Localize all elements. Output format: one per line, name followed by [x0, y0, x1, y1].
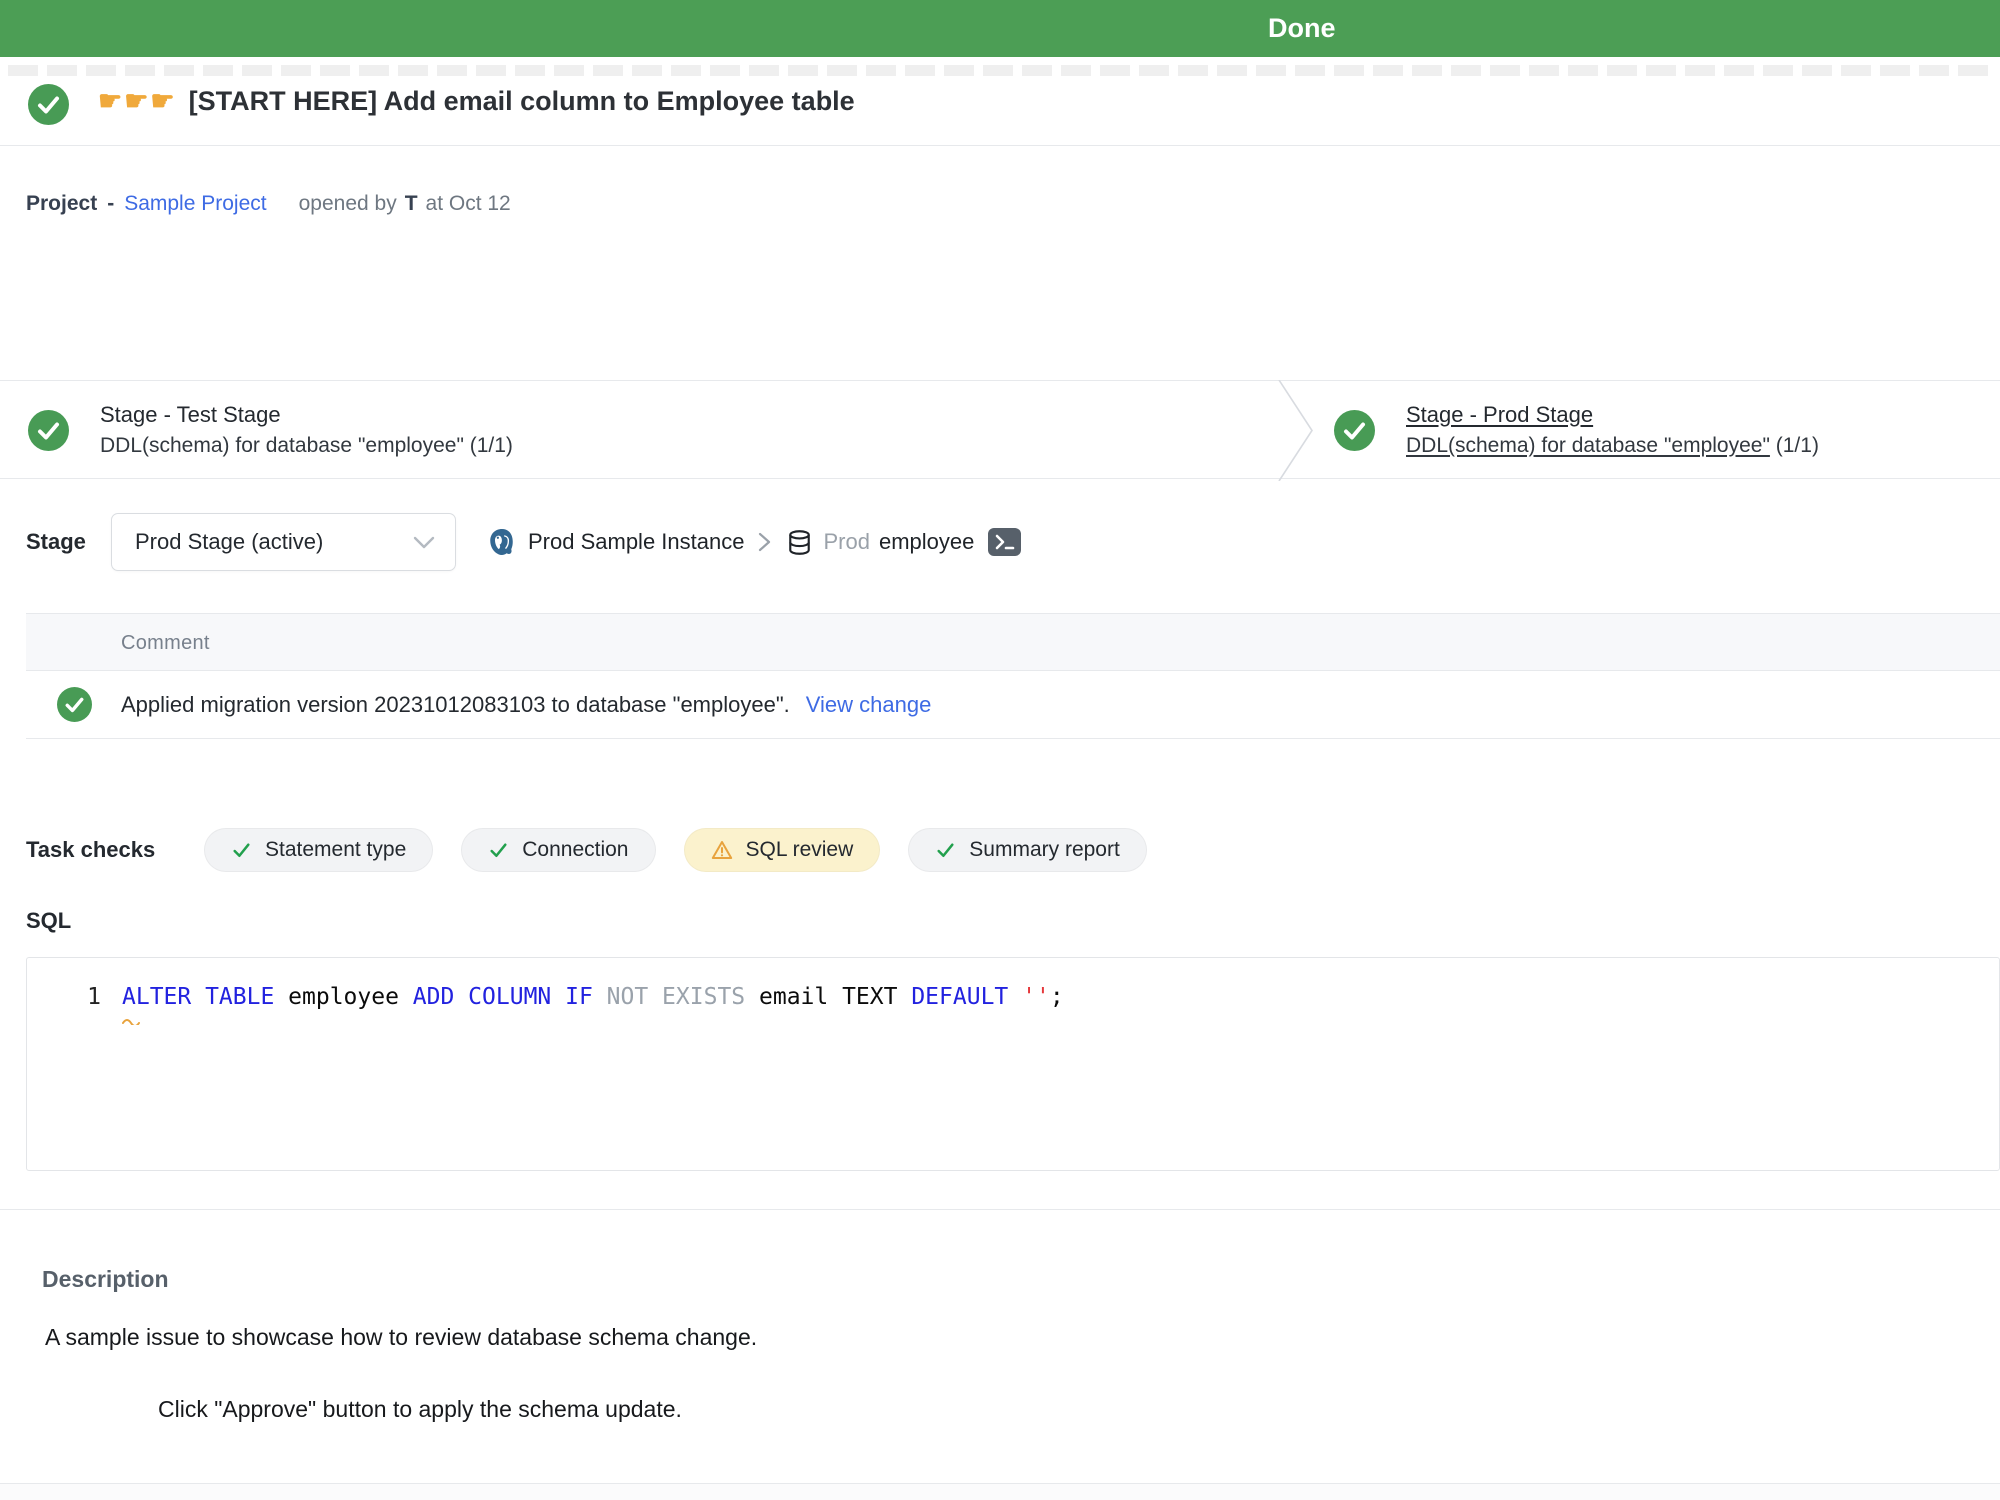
- check-sql-review[interactable]: SQL review: [684, 828, 881, 872]
- stage-subtitle: DDL(schema) for database "employee" (1/1…: [100, 430, 513, 462]
- stage-subtitle-link[interactable]: DDL(schema) for database "employee": [1406, 434, 1770, 457]
- status-banner-label: Done: [1268, 0, 1336, 57]
- task-checks-row: Task checks Statement type Connection SQ…: [0, 828, 2000, 872]
- chevron-right-icon: [758, 531, 772, 553]
- stage-select-value: Prod Stage (active): [135, 529, 413, 555]
- project-label: Project: [26, 192, 97, 216]
- issue-meta-row: Project - Sample Project opened by T at …: [26, 192, 511, 216]
- section-divider: [0, 1209, 2000, 1210]
- postgresql-icon: [487, 527, 517, 557]
- stage-test-stage[interactable]: Stage - Test Stage DDL(schema) for datab…: [28, 381, 513, 480]
- comment-table: Comment Applied migration version 202310…: [26, 613, 2000, 739]
- stage-done-check-icon: [1334, 410, 1375, 451]
- pipeline: Stage - Test Stage DDL(schema) for datab…: [0, 380, 2000, 479]
- sql-code-line: 1 ALTER TABLE employee ADD COLUMN IF NOT…: [27, 982, 1999, 1012]
- check-label: SQL review: [746, 838, 854, 862]
- stage-title: Stage - Test Stage: [100, 400, 513, 430]
- title-divider: [0, 145, 2000, 146]
- description-label: Description: [42, 1266, 169, 1293]
- issue-title: ☛☛☛ [START HERE] Add email column to Empl…: [98, 86, 855, 117]
- warning-triangle-icon: [711, 840, 733, 860]
- sql-warning-squiggle: [122, 1016, 142, 1025]
- description-line-2: Click "Approve" button to apply the sche…: [158, 1396, 682, 1423]
- status-banner: Done: [0, 0, 2000, 57]
- check-pass-icon: [231, 840, 252, 861]
- check-label: Connection: [522, 838, 628, 862]
- issue-creator: T: [405, 192, 418, 216]
- view-change-link[interactable]: View change: [806, 692, 932, 718]
- banner-dashed-strip: [8, 65, 1992, 76]
- sql-statement: ALTER TABLE employee ADD COLUMN IF NOT E…: [122, 982, 1064, 1012]
- comment-text: Applied migration version 20231012083103…: [121, 692, 790, 718]
- check-connection[interactable]: Connection: [461, 828, 655, 872]
- stage-selector-label: Stage: [26, 513, 86, 571]
- opened-at: at Oct 12: [426, 192, 511, 216]
- comment-row: Applied migration version 20231012083103…: [26, 671, 2000, 739]
- bottom-area: [0, 1484, 2000, 1500]
- database-icon: [786, 529, 813, 556]
- check-statement-type[interactable]: Statement type: [204, 828, 433, 872]
- stage-title-link[interactable]: Stage - Prod Stage: [1406, 400, 1819, 430]
- pointer-emoji: ☛☛☛: [98, 86, 177, 116]
- stage-done-check-icon: [28, 410, 69, 451]
- project-separator: -: [107, 192, 114, 216]
- open-sql-editor-button[interactable]: [988, 528, 1021, 556]
- description-line-1: A sample issue to showcase how to review…: [45, 1324, 757, 1351]
- stage-separator-chevron: [1278, 380, 1316, 481]
- check-label: Statement type: [265, 838, 406, 862]
- issue-done-check-icon: [28, 84, 69, 125]
- database-breadcrumb: Prod Sample Instance Prod employee: [487, 513, 1021, 571]
- task-checks-label: Task checks: [26, 837, 155, 863]
- issue-title-text: [START HERE] Add email column to Employe…: [189, 86, 855, 116]
- check-pass-icon: [935, 840, 956, 861]
- chevron-down-icon: [413, 536, 435, 549]
- line-number: 1: [57, 982, 101, 1012]
- comment-success-check-icon: [57, 687, 92, 722]
- sql-editor[interactable]: 1 ALTER TABLE employee ADD COLUMN IF NOT…: [26, 957, 2000, 1171]
- opened-by-prefix: opened by: [299, 192, 397, 216]
- stage-subtitle-count: (1/1): [1770, 434, 1819, 457]
- check-summary-report[interactable]: Summary report: [908, 828, 1147, 872]
- comment-column-header: Comment: [26, 613, 2000, 671]
- stage-prod-stage[interactable]: Stage - Prod Stage DDL(schema) for datab…: [1334, 381, 1819, 480]
- database-link[interactable]: employee: [879, 529, 974, 555]
- sql-section-label: SQL: [26, 908, 71, 934]
- stage-selector-row: Stage Prod Stage (active) Prod Sample In…: [0, 513, 2000, 571]
- stage-select-dropdown[interactable]: Prod Stage (active): [111, 513, 456, 571]
- instance-link[interactable]: Prod Sample Instance: [528, 529, 744, 555]
- environment-label: Prod: [823, 529, 869, 555]
- project-link[interactable]: Sample Project: [124, 192, 266, 216]
- check-pass-icon: [488, 840, 509, 861]
- check-label: Summary report: [969, 838, 1120, 862]
- task-check-pills: Statement type Connection SQL review Sum…: [204, 828, 1147, 872]
